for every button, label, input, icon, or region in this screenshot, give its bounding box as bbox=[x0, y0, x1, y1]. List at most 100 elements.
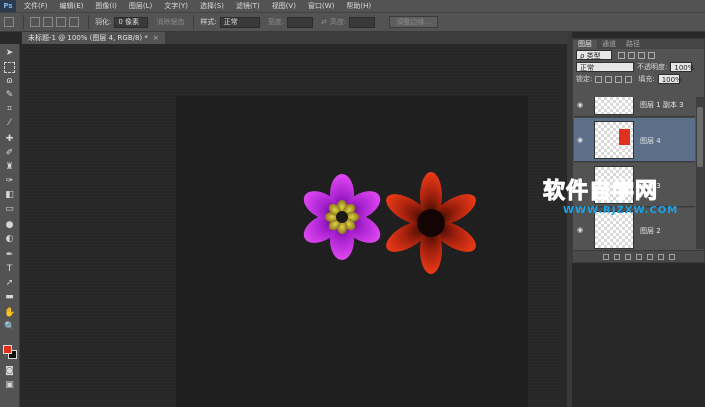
document-tab-bar: 未标题-1 @ 100% (图层 4, RGB/8) * × bbox=[22, 32, 567, 44]
gradient-tool-icon[interactable]: ▭ bbox=[4, 204, 15, 215]
layer-style-icon[interactable] bbox=[613, 253, 620, 260]
options-bar: 羽化: 0 像素 消除锯齿 样式: 正常 宽度: ⇄ 高度: 调整边缘... bbox=[0, 12, 705, 32]
new-layer-icon[interactable] bbox=[657, 253, 664, 260]
tools-panel: ➤ ɷ ✎ ⌗ ⁄ ✚ ✐ ♜ ✑ ◧ ▭ ● ◐ ✒ T ➚ ▬ ✋ 🔍 ◙ … bbox=[0, 44, 20, 407]
lock-image-icon[interactable] bbox=[605, 75, 613, 83]
document-canvas[interactable] bbox=[176, 96, 528, 407]
menu-bar: Ps 文件(F) 编辑(E) 图像(I) 图层(L) 文字(Y) 选择(S) 滤… bbox=[0, 0, 705, 12]
watermark-url: WWW.RJZXW.COM bbox=[563, 205, 679, 216]
move-tool-icon[interactable]: ➤ bbox=[4, 48, 15, 59]
visibility-eye-icon[interactable]: ◉ bbox=[577, 226, 585, 234]
menu-window[interactable]: 窗口(W) bbox=[308, 1, 334, 11]
menu-help[interactable]: 帮助(H) bbox=[346, 1, 371, 11]
subtract-selection-icon[interactable] bbox=[56, 17, 66, 27]
shape-tool-icon[interactable]: ▬ bbox=[4, 292, 15, 303]
menu-type[interactable]: 文字(Y) bbox=[164, 1, 188, 11]
layer-name: 图层 1 副本 3 bbox=[640, 101, 684, 109]
filter-shape-icon[interactable] bbox=[648, 51, 655, 59]
feather-label: 羽化: bbox=[95, 18, 112, 26]
adjustment-layer-icon[interactable] bbox=[635, 253, 642, 260]
brush-tool-icon[interactable]: ✐ bbox=[4, 148, 15, 159]
lock-all-icon[interactable] bbox=[625, 75, 633, 83]
link-layers-icon[interactable] bbox=[602, 253, 609, 260]
document-tab[interactable]: 未标题-1 @ 100% (图层 4, RGB/8) * × bbox=[22, 32, 165, 44]
fill-input[interactable]: 100% bbox=[657, 74, 682, 84]
menu-select[interactable]: 选择(S) bbox=[200, 1, 224, 11]
menu-edit[interactable]: 编辑(E) bbox=[60, 1, 84, 11]
marquee-tool-icon[interactable] bbox=[4, 62, 15, 73]
width-input[interactable] bbox=[287, 16, 314, 28]
lock-position-icon[interactable] bbox=[615, 75, 623, 83]
layers-scrollbar[interactable] bbox=[696, 97, 704, 249]
watermark: 软件自学网 WWW.RJZXW.COM bbox=[543, 179, 693, 217]
new-group-icon[interactable] bbox=[646, 253, 653, 260]
pen-tool-icon[interactable]: ✒ bbox=[4, 250, 15, 261]
filter-type-icon[interactable] bbox=[638, 51, 645, 59]
add-selection-icon[interactable] bbox=[43, 17, 53, 27]
tab-channels[interactable]: 通道 bbox=[597, 40, 621, 49]
antialias-checkbox[interactable]: 消除锯齿 bbox=[156, 17, 184, 27]
add-mask-icon[interactable] bbox=[624, 253, 631, 260]
hand-tool-icon[interactable]: ✋ bbox=[4, 308, 15, 319]
menu-image[interactable]: 图像(I) bbox=[95, 1, 117, 11]
crop-tool-icon[interactable]: ⌗ bbox=[4, 104, 15, 115]
layer-thumbnail bbox=[594, 97, 634, 115]
layer-row[interactable]: ◉ 图层 1 副本 3 bbox=[574, 97, 695, 117]
tab-layers[interactable]: 图层 bbox=[573, 40, 597, 49]
fill-label: 填充: bbox=[638, 75, 655, 83]
scrollbar-thumb[interactable] bbox=[697, 107, 703, 167]
thumbnail-content bbox=[619, 129, 630, 145]
healing-tool-icon[interactable]: ✚ bbox=[4, 134, 15, 145]
type-tool-icon[interactable]: T bbox=[4, 264, 15, 275]
layer-thumbnail bbox=[594, 121, 634, 159]
dodge-tool-icon[interactable]: ◐ bbox=[4, 234, 15, 245]
height-input[interactable] bbox=[349, 16, 376, 28]
blend-mode-select[interactable]: 正常 bbox=[576, 62, 634, 72]
menu-layer[interactable]: 图层(L) bbox=[129, 1, 152, 11]
lock-row: 锁定: 填充: 100% bbox=[573, 73, 704, 85]
menu-file[interactable]: 文件(F) bbox=[24, 1, 48, 11]
quick-select-tool-icon[interactable]: ✎ bbox=[4, 90, 15, 101]
filter-row: ρ 类型 bbox=[573, 49, 704, 61]
filter-adjust-icon[interactable] bbox=[628, 51, 635, 59]
screen-mode-icon[interactable]: ▣ bbox=[4, 380, 15, 391]
filter-pixel-icon[interactable] bbox=[618, 51, 625, 59]
lasso-tool-icon[interactable]: ɷ bbox=[4, 76, 15, 87]
intersect-selection-icon[interactable] bbox=[69, 17, 79, 27]
style-select[interactable]: 正常 bbox=[219, 16, 260, 28]
history-brush-icon[interactable]: ✑ bbox=[4, 176, 15, 187]
divider bbox=[193, 15, 195, 29]
eyedropper-tool-icon[interactable]: ⁄ bbox=[4, 118, 15, 129]
layer-name: 图层 4 bbox=[640, 137, 661, 145]
stamp-tool-icon[interactable]: ♜ bbox=[4, 162, 15, 173]
path-select-tool-icon[interactable]: ➚ bbox=[4, 278, 15, 289]
layer-filter-select[interactable]: ρ 类型 bbox=[576, 50, 612, 60]
swap-icon[interactable]: ⇄ bbox=[321, 18, 327, 26]
quick-mask-icon[interactable]: ◙ bbox=[4, 366, 15, 377]
blend-row: 正常 不透明度: 100% bbox=[573, 61, 704, 73]
purple-flower bbox=[303, 174, 381, 260]
foreground-color-swatch[interactable] bbox=[3, 345, 12, 354]
new-selection-icon[interactable] bbox=[30, 17, 40, 27]
refine-edge-button[interactable]: 调整边缘... bbox=[389, 16, 438, 28]
height-label: 高度: bbox=[329, 18, 347, 26]
feather-input[interactable]: 0 像素 bbox=[114, 16, 149, 28]
opacity-label: 不透明度: bbox=[637, 63, 668, 71]
opacity-input[interactable]: 100% bbox=[670, 62, 694, 72]
eraser-tool-icon[interactable]: ◧ bbox=[4, 190, 15, 201]
blur-tool-icon[interactable]: ● bbox=[4, 220, 15, 231]
document-tab-label: 未标题-1 @ 100% (图层 4, RGB/8) * bbox=[28, 34, 148, 42]
red-flower bbox=[386, 172, 476, 274]
marquee-preset-icon[interactable] bbox=[4, 17, 14, 27]
layer-row-selected[interactable]: ◉ 图层 4 bbox=[574, 118, 695, 162]
zoom-tool-icon[interactable]: 🔍 bbox=[4, 322, 15, 333]
menu-filter[interactable]: 滤镜(T) bbox=[236, 1, 260, 11]
close-icon[interactable]: × bbox=[153, 34, 159, 42]
visibility-eye-icon[interactable]: ◉ bbox=[577, 101, 585, 109]
visibility-eye-icon[interactable]: ◉ bbox=[577, 136, 585, 144]
menu-view[interactable]: 视图(V) bbox=[272, 1, 296, 11]
trash-icon[interactable] bbox=[668, 253, 675, 260]
lock-transparent-icon[interactable] bbox=[595, 75, 603, 83]
tab-paths[interactable]: 路径 bbox=[621, 40, 645, 49]
width-label: 宽度: bbox=[267, 18, 285, 26]
